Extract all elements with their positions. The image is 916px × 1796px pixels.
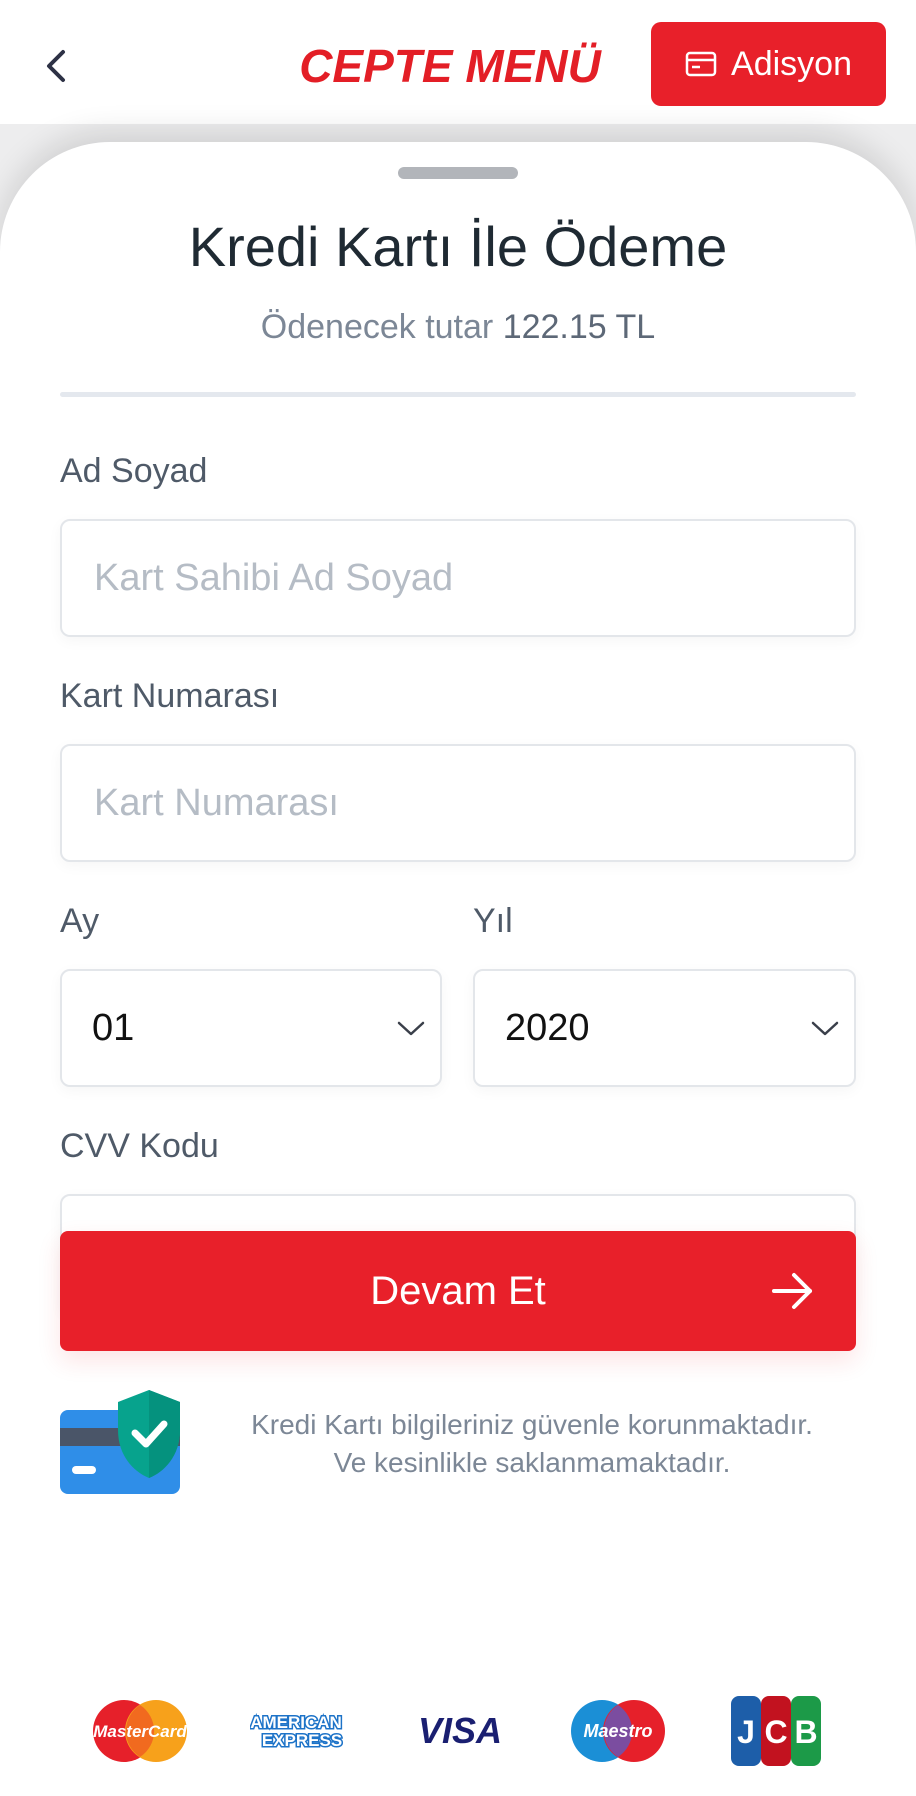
american-express-logo: AMERICAN EXPRESS — [250, 1712, 344, 1752]
svg-text:C: C — [764, 1714, 787, 1750]
cvv-label: CVV Kodu — [60, 1127, 219, 1165]
svg-text:Maestro: Maestro — [583, 1721, 652, 1741]
adisyon-label: Adisyon — [731, 44, 852, 83]
svg-text:MasterCard: MasterCard — [93, 1722, 187, 1741]
arrow-right-icon — [772, 1273, 812, 1309]
payment-sheet: Kredi Kartı İle Ödeme Ödenecek tutar 122… — [0, 142, 916, 1796]
continue-label: Devam Et — [370, 1268, 546, 1313]
svg-text:B: B — [794, 1714, 817, 1750]
svg-text:VISA: VISA — [418, 1710, 502, 1751]
page-title: Kredi Kartı İle Ödeme — [188, 215, 728, 278]
adisyon-button[interactable]: Adisyon — [651, 22, 886, 106]
amount-prefix: Ödenecek tutar — [260, 308, 494, 346]
year-value: 2020 — [505, 1006, 590, 1049]
amount-subtitle: Ödenecek tutar 122.15 TL — [0, 308, 916, 347]
name-label: Ad Soyad — [60, 452, 208, 490]
month-select[interactable]: 01 — [60, 969, 442, 1087]
maestro-logo: Maestro — [571, 1700, 665, 1762]
name-field-box — [60, 519, 856, 637]
mastercard-logo: MasterCard — [93, 1700, 187, 1762]
amount-value: 122.15 TL — [502, 308, 656, 346]
top-bar: CEPTE MENÜ Adisyon — [0, 0, 916, 124]
month-label: Ay — [60, 902, 100, 940]
chevron-down-icon — [397, 1021, 425, 1036]
continue-button[interactable]: Devam Et — [60, 1231, 856, 1351]
security-note-line1: Kredi Kartı bilgileriniz güvenle korunma… — [251, 1409, 813, 1440]
security-note-line2: Ve kesinlikle saklanmamaktadır. — [333, 1447, 731, 1478]
bill-icon — [685, 51, 717, 77]
year-label: Yıl — [473, 902, 513, 940]
security-note: Kredi Kartı bilgileriniz güvenle korunma… — [200, 1406, 864, 1482]
back-button[interactable] — [36, 40, 76, 92]
divider — [60, 392, 856, 397]
cardholder-name-input[interactable] — [62, 521, 854, 635]
svg-text:AMERICAN: AMERICAN — [250, 1713, 342, 1732]
svg-text:EXPRESS: EXPRESS — [262, 1731, 342, 1750]
sheet-drag-handle[interactable] — [398, 167, 518, 179]
card-number-input[interactable] — [62, 746, 854, 860]
brand-logo: CEPTE MENÜ — [299, 40, 601, 92]
year-select[interactable]: 2020 — [473, 969, 856, 1087]
jcb-logo: J C B — [731, 1696, 821, 1766]
card-number-label: Kart Numarası — [60, 677, 280, 715]
chevron-down-icon — [811, 1021, 839, 1036]
secure-card-shield-icon — [60, 1390, 180, 1494]
month-value: 01 — [92, 1006, 135, 1049]
card-number-field-box — [60, 744, 856, 862]
chevron-left-icon — [47, 50, 65, 82]
svg-text:J: J — [737, 1714, 755, 1750]
visa-logo: VISA — [418, 1710, 502, 1751]
